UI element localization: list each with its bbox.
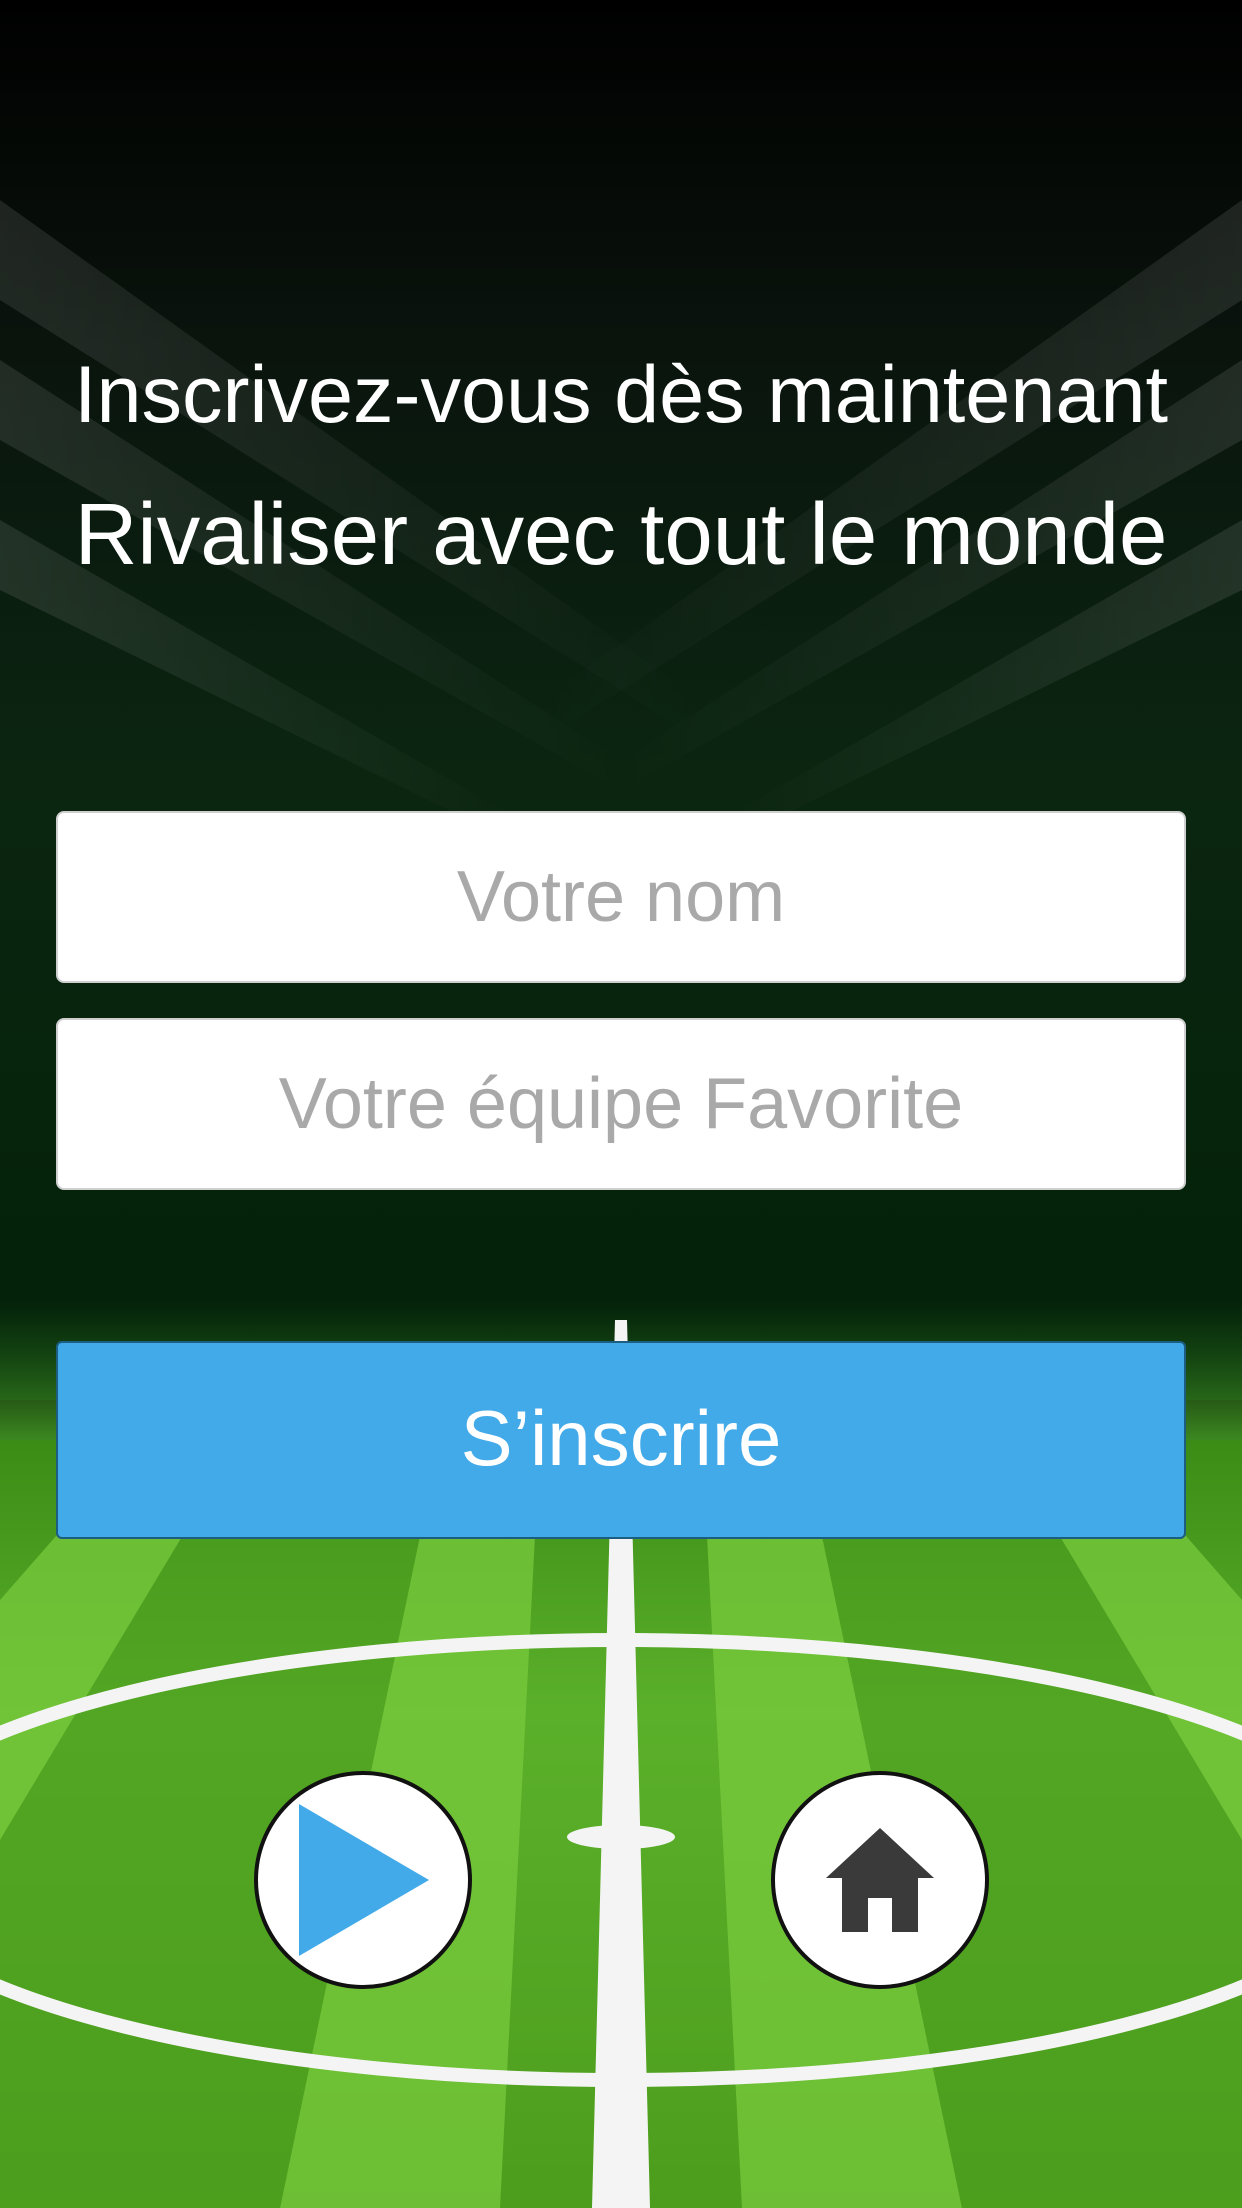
headline-line-2: Rivaliser avec tout le monde xyxy=(74,486,1168,583)
play-icon xyxy=(299,1804,429,1956)
home-icon xyxy=(826,1828,934,1932)
name-input[interactable] xyxy=(56,811,1186,983)
favorite-team-input[interactable] xyxy=(56,1018,1186,1190)
play-button[interactable] xyxy=(254,1771,472,1989)
headline-line-1: Inscrivez-vous dès maintenant xyxy=(73,350,1168,440)
signup-button[interactable]: S’inscrire xyxy=(56,1341,1186,1539)
home-button[interactable] xyxy=(771,1771,989,1989)
signup-screen: Inscrivez-vous dès maintenant Rivaliser … xyxy=(0,0,1242,2208)
